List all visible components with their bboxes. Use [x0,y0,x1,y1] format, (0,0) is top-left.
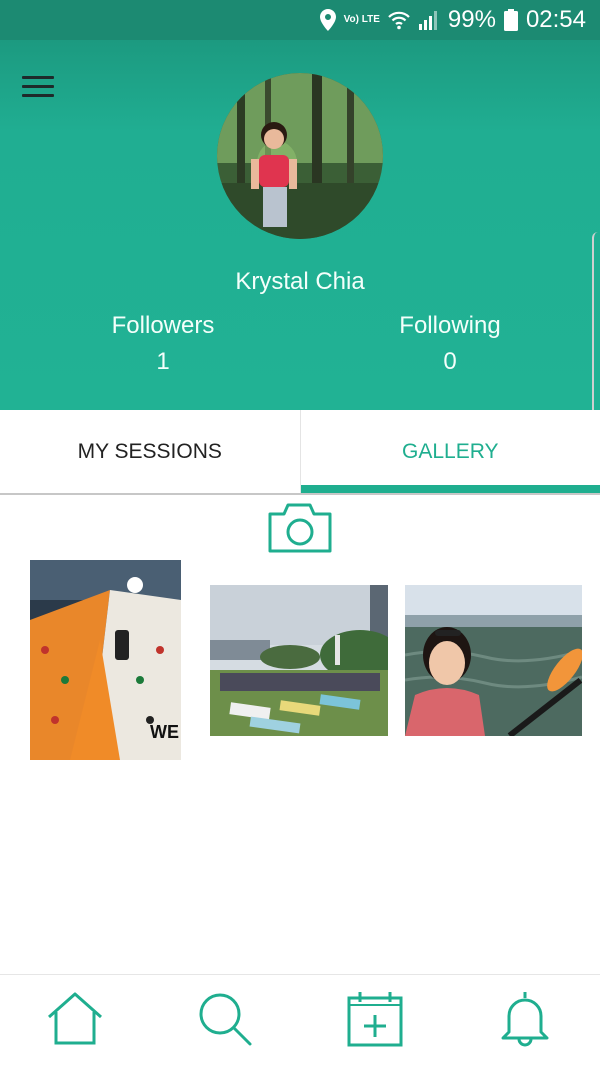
outdoor-yoga-photo[interactable] [210,585,388,736]
avatar[interactable] [217,73,383,239]
battery-percent: 99% [447,6,496,33]
location-icon [319,9,336,31]
tab-gallery[interactable]: GALLERY [300,410,600,493]
following-stat[interactable]: Following 0 [350,312,550,376]
following-label: Following [399,312,501,339]
lte-icon: Vo) LTE [343,14,380,25]
tab-my-sessions[interactable]: MY SESSIONS [0,410,301,493]
bell-icon [499,990,551,1053]
climbing-wall-photo[interactable]: WE [30,560,181,760]
search-icon [197,991,253,1052]
bottom-navigation [0,974,600,1067]
camera-icon[interactable] [267,502,333,554]
profile-name: Krystal Chia [235,268,365,295]
wifi-icon [388,10,410,30]
profile-header: Krystal Chia Followers 1 Following 0 [0,40,600,410]
kayak-selfie-photo[interactable] [405,585,582,736]
followers-stat[interactable]: Followers 1 [63,312,263,376]
clock: 02:54 [525,6,586,33]
nav-add-session[interactable] [300,975,450,1067]
nav-home[interactable] [0,975,150,1067]
followers-count: 1 [156,348,170,375]
battery-icon [503,9,518,31]
menu-icon[interactable] [22,76,58,102]
calendar-add-icon [346,990,404,1053]
followers-label: Followers [111,312,215,339]
nav-search[interactable] [150,975,300,1067]
nav-notifications[interactable] [450,975,600,1067]
status-bar: Vo) LTE 99% 02:54 [0,0,600,40]
signal-icon [418,10,440,30]
svg-text:WE: WE [150,722,179,742]
home-icon [45,991,105,1052]
profile-tabs: MY SESSIONS GALLERY [0,410,600,495]
following-count: 0 [443,348,457,375]
